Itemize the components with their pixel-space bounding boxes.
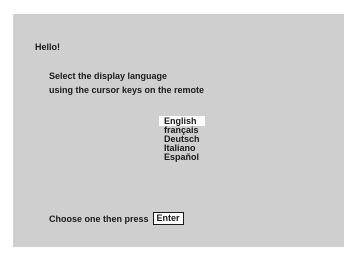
instructions: Select the display language using the cu… (49, 69, 204, 97)
language-list: English français Deutsch Italiano Españo… (159, 116, 205, 162)
language-setup-screen: Hello! Select the display language using… (13, 14, 344, 247)
greeting-text: Hello! (35, 42, 61, 52)
instruction-line-2: using the cursor keys on the remote (49, 85, 205, 95)
language-option-espanol[interactable]: Español (159, 153, 205, 162)
footer-prompt: Choose one then press (49, 213, 149, 224)
enter-key-button[interactable]: Enter (152, 212, 184, 225)
footer-hint: Choose one then press Enter (49, 212, 184, 225)
instruction-line-1: Select the display language (49, 71, 168, 81)
